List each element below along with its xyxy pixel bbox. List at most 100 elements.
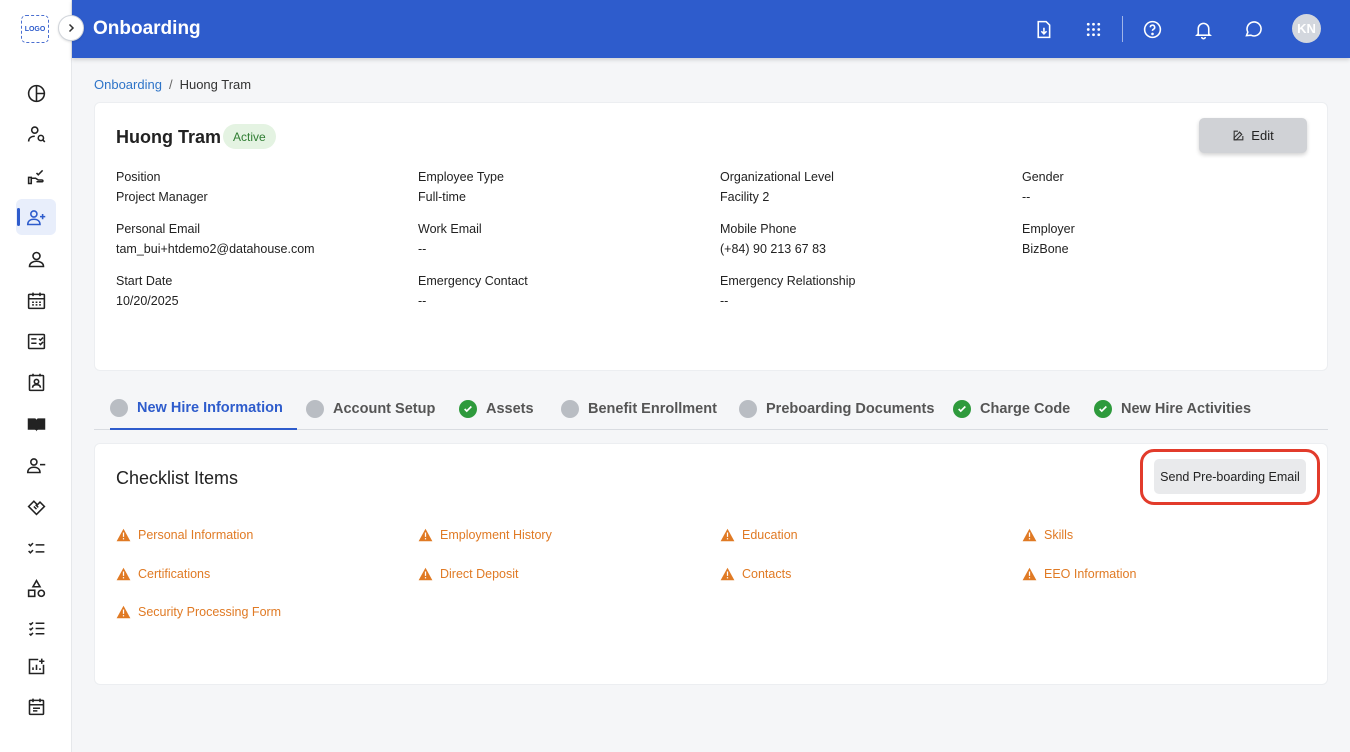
sidebar-item-onboarding[interactable] xyxy=(16,199,56,235)
edit-button-label: Edit xyxy=(1251,128,1274,143)
sidebar-item-offers[interactable] xyxy=(16,158,56,194)
pending-status-icon xyxy=(739,399,757,418)
sidebar-item-employees[interactable] xyxy=(16,241,56,277)
checklist-item-direct-deposit[interactable]: Direct Deposit xyxy=(418,567,519,581)
checklist-item-label: Skills xyxy=(1044,528,1074,542)
field-value: 10/20/2025 xyxy=(116,294,179,308)
field-label: Position xyxy=(116,170,161,184)
checklist-item-label: Certifications xyxy=(138,567,211,581)
checklist-item-label: Direct Deposit xyxy=(440,567,519,581)
field-label: Organizational Level xyxy=(720,170,834,184)
field-value: (+84) 90 213 67 83 xyxy=(720,242,826,256)
app-logo[interactable]: LOGO xyxy=(21,15,49,43)
warning-icon xyxy=(418,528,433,542)
checklist-item-eeo-information[interactable]: EEO Information xyxy=(1022,567,1136,581)
warning-icon xyxy=(720,567,735,581)
tab-assets[interactable]: Assets xyxy=(459,388,534,429)
field-emergency-relationship: Emergency Relationship -- xyxy=(720,274,1010,308)
pending-status-icon xyxy=(110,399,128,417)
sidebar-item-lists[interactable] xyxy=(16,610,56,646)
checklist-item-skills[interactable]: Skills xyxy=(1022,528,1073,542)
tab-label: New Hire Activities xyxy=(1121,400,1252,417)
field-value: -- xyxy=(418,294,427,308)
checklist-item-education[interactable]: Education xyxy=(720,528,798,542)
field-start-date: Start Date 10/20/2025 xyxy=(116,274,406,308)
field-value: -- xyxy=(720,294,729,308)
checklist-item-employment-history[interactable]: Employment History xyxy=(418,528,552,542)
tab-charge-code[interactable]: Charge Code xyxy=(953,388,1070,429)
sidebar-item-calendar[interactable] xyxy=(16,282,56,318)
field-label: Emergency Contact xyxy=(418,274,528,288)
breadcrumb: Onboarding / Huong Tram xyxy=(94,77,251,92)
checklist-item-label: Security Processing Form xyxy=(138,605,282,619)
field-mobile-phone: Mobile Phone (+84) 90 213 67 83 xyxy=(720,222,1010,256)
breadcrumb-current: Huong Tram xyxy=(179,77,252,92)
tab-label: Assets xyxy=(486,400,534,417)
report-add-icon xyxy=(28,658,44,674)
field-label: Work Email xyxy=(418,222,482,236)
field-employer: Employer BizBone xyxy=(1022,222,1312,256)
notifications-button[interactable] xyxy=(1190,16,1216,42)
checklist-item-security-processing-form[interactable]: Security Processing Form xyxy=(116,605,281,619)
warning-icon xyxy=(720,528,735,542)
field-value: -- xyxy=(1022,190,1031,204)
user-avatar[interactable]: KN xyxy=(1292,14,1321,43)
help-icon xyxy=(1143,20,1161,38)
field-label: Emergency Relationship xyxy=(720,274,856,288)
tab-preboarding-documents[interactable]: Preboarding Documents xyxy=(739,388,934,429)
sidebar-item-reports[interactable] xyxy=(16,648,56,684)
tab-benefit-enrollment[interactable]: Benefit Enrollment xyxy=(561,388,717,429)
field-label: Employee Type xyxy=(418,170,504,184)
sidebar-item-offboarding[interactable] xyxy=(16,447,56,483)
apps-button[interactable] xyxy=(1080,16,1106,42)
field-label: Gender xyxy=(1022,170,1064,184)
field-emergency-contact: Emergency Contact -- xyxy=(418,274,708,308)
warning-icon xyxy=(1022,528,1037,542)
sidebar-item-directory[interactable] xyxy=(16,364,56,400)
field-value: Facility 2 xyxy=(720,190,770,204)
field-gender: Gender -- xyxy=(1022,170,1312,204)
shapes-icon xyxy=(27,578,45,597)
sidebar-item-handbook[interactable] xyxy=(16,406,56,442)
checklist-item-contacts[interactable]: Contacts xyxy=(720,567,791,581)
field-label: Employer xyxy=(1022,222,1075,236)
checklist-card: Checklist Items Send Pre-boarding Email … xyxy=(94,443,1328,685)
tab-new-hire-activities[interactable]: New Hire Activities xyxy=(1094,388,1251,429)
tab-new-hire-information[interactable]: New Hire Information xyxy=(110,388,297,430)
sidebar-item-reviews[interactable] xyxy=(16,323,56,359)
chat-button[interactable] xyxy=(1240,16,1266,42)
sidebar-item-partners[interactable] xyxy=(16,488,56,524)
user-search-icon xyxy=(27,125,45,142)
tab-label: New Hire Information xyxy=(137,400,283,416)
warning-icon xyxy=(116,605,131,619)
user-remove-icon xyxy=(26,457,45,473)
warning-icon xyxy=(418,567,433,581)
sidebar-expand-button[interactable] xyxy=(58,15,84,41)
checklist-item-label: Employment History xyxy=(440,528,552,542)
sidebar-item-recruiting[interactable] xyxy=(16,116,56,152)
field-label: Start Date xyxy=(116,274,173,288)
warning-icon xyxy=(116,567,131,581)
field-value: Full-time xyxy=(418,190,466,204)
check-circle-icon xyxy=(459,399,477,418)
checklist-item-certifications[interactable]: Certifications xyxy=(116,567,210,581)
edit-button[interactable]: Edit xyxy=(1199,118,1307,153)
checklist-item-personal-information[interactable]: Personal Information xyxy=(116,528,253,542)
tab-account-setup[interactable]: Account Setup xyxy=(306,388,435,429)
checklist-item-label: Contacts xyxy=(742,567,792,581)
edit-icon xyxy=(1233,130,1244,141)
sidebar-item-events[interactable] xyxy=(16,688,56,724)
breadcrumb-separator: / xyxy=(168,77,173,92)
sidebar-item-categories[interactable] xyxy=(16,570,56,606)
status-badge: Active xyxy=(223,124,276,149)
download-doc-icon xyxy=(1036,20,1050,38)
sidebar-item-dashboard[interactable] xyxy=(16,75,56,111)
sidebar-item-tasks[interactable] xyxy=(16,529,56,565)
hand-check-icon xyxy=(27,169,44,184)
help-button[interactable] xyxy=(1139,16,1165,42)
chevron-right-icon xyxy=(68,23,75,33)
download-button[interactable] xyxy=(1030,16,1056,42)
breadcrumb-link-onboarding[interactable]: Onboarding xyxy=(94,77,162,92)
send-preboarding-email-button[interactable]: Send Pre-boarding Email xyxy=(1154,459,1306,494)
tab-label: Account Setup xyxy=(333,400,436,417)
